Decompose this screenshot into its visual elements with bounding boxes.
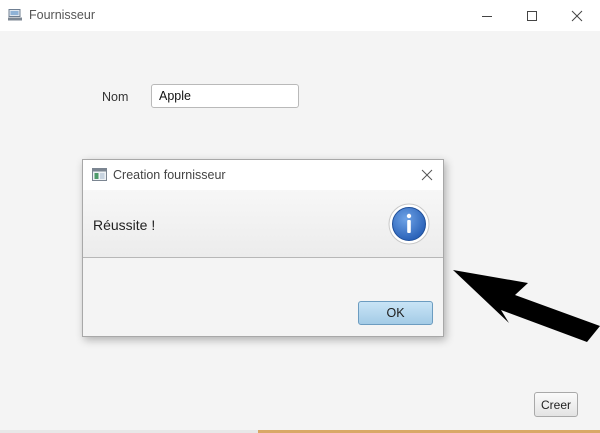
- dialog-titlebar: Creation fournisseur: [83, 160, 443, 190]
- close-icon: [571, 10, 583, 21]
- dialog-header: Réussite !: [83, 190, 443, 258]
- window-close-button[interactable]: [554, 0, 600, 31]
- information-icon: [388, 203, 430, 245]
- dialog-title: Creation fournisseur: [113, 168, 226, 182]
- dialog-close-button[interactable]: [418, 166, 436, 184]
- dialog-window-icon: [92, 168, 107, 181]
- confirmation-dialog: Creation fournisseur Réussite ! OK: [82, 159, 444, 337]
- dialog-message: Réussite !: [93, 217, 156, 233]
- close-icon: [421, 169, 433, 181]
- minimize-button[interactable]: [464, 0, 510, 31]
- maximize-button[interactable]: [509, 0, 555, 31]
- window-titlebar: Fournisseur: [0, 0, 600, 31]
- maximize-icon: [527, 10, 537, 21]
- annotation-arrow-icon: [453, 270, 600, 342]
- nom-label: Nom: [102, 90, 129, 104]
- nom-input[interactable]: [151, 84, 299, 108]
- ok-button[interactable]: OK: [358, 301, 433, 325]
- minimize-icon: [482, 15, 492, 17]
- app-computer-icon: [8, 9, 22, 21]
- creer-button[interactable]: Creer: [534, 392, 578, 417]
- window-title: Fournisseur: [29, 8, 95, 22]
